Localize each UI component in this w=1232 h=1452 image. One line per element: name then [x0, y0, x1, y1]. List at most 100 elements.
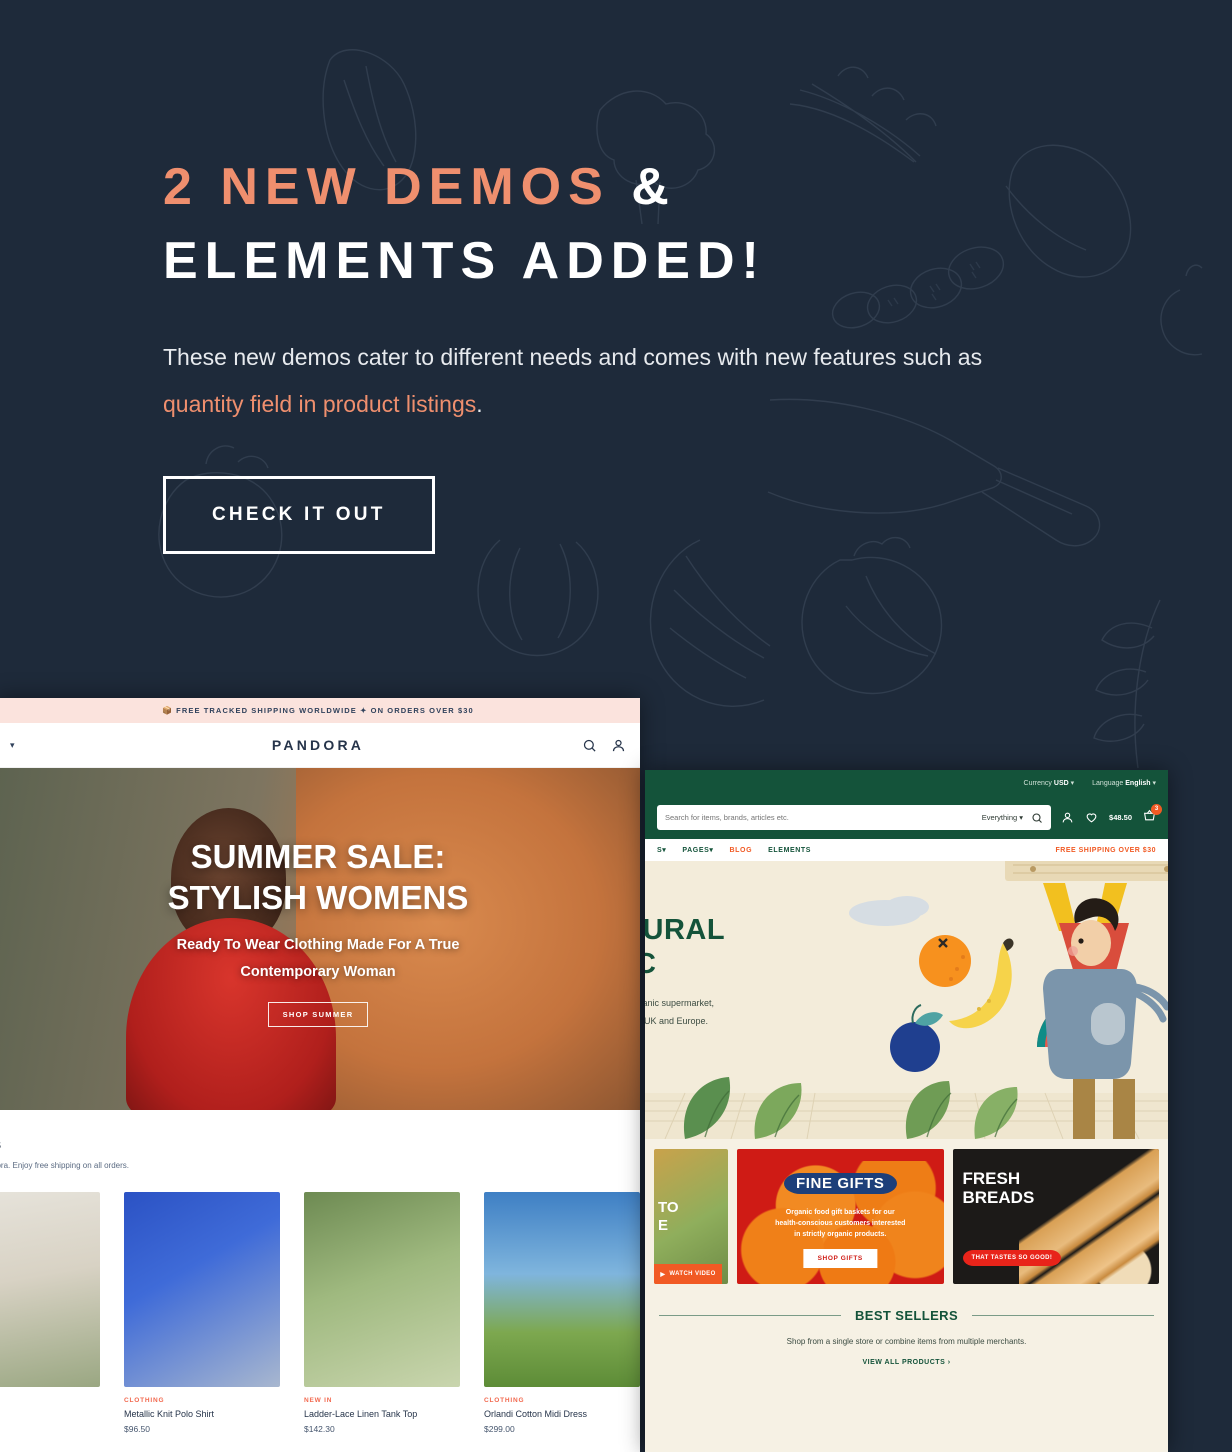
view-all-products-label: VIEW ALL PRODUCTS: [862, 1359, 946, 1366]
chevron-down-icon: ▾: [1152, 780, 1156, 787]
organic-best-sellers-section: BEST SELLERS Shop from a single store or…: [645, 1284, 1168, 1369]
promo-card-fine-gifts[interactable]: FINE GIFTS Organic food gift baskets for…: [737, 1149, 944, 1284]
nav-item-pages[interactable]: PAGES▾: [682, 846, 713, 854]
product-name[interactable]: Ladder-Lace Linen Tank Top: [304, 1409, 460, 1419]
organic-search-bar: Everything ▾ $48.50: [645, 796, 1168, 839]
cart-button[interactable]: 3: [1143, 803, 1162, 827]
pandora-hero-banner[interactable]: SUMMER SALE: STYLISH WOMENS Ready To Wea…: [0, 768, 640, 1110]
view-all-products-link[interactable]: VIEW ALL PRODUCTS ›: [862, 1359, 950, 1366]
search-input[interactable]: [665, 813, 974, 822]
watch-video-label: WATCH VIDEO: [669, 1271, 716, 1277]
currency-selector[interactable]: Currency USD ▾: [1024, 779, 1075, 787]
organic-promo-cards: TO E ▶ WATCH VIDEO FINE GIFTS Organic fo…: [645, 1139, 1168, 1284]
divider-left: [659, 1315, 841, 1316]
product-price: $142.30: [304, 1424, 335, 1434]
best-sellers-heading-row: BEST SELLERS: [645, 1308, 1168, 1323]
currency-value: USD: [1053, 780, 1069, 787]
promo-heading-accent: 2 NEW DEMOS: [163, 158, 610, 216]
package-icon: 📦: [162, 706, 173, 715]
search-scope-dropdown[interactable]: Everything ▾: [982, 813, 1023, 822]
product-card[interactable]: NEW IN Ladder-Lace Linen Tank Top $142.3…: [304, 1192, 460, 1434]
divider-right: [972, 1315, 1155, 1316]
chevron-down-icon: ▾: [1019, 813, 1024, 822]
promo-bread-title: FRESH BREADS: [963, 1169, 1035, 1207]
chevron-down-icon: ▾: [1070, 780, 1075, 787]
promo-heading-rest: &: [609, 158, 676, 216]
nav-item-elements[interactable]: ELEMENTS: [768, 847, 811, 854]
pandora-header: ▾ PANDORA: [0, 723, 640, 768]
account-icon[interactable]: [1061, 811, 1074, 824]
pandora-section-title: Sellers: [0, 1136, 640, 1153]
watch-video-button[interactable]: ▶ WATCH VIDEO: [654, 1264, 722, 1284]
chevron-down-icon: ▾: [709, 847, 714, 854]
promo-bread-title-line-2: BREADS: [962, 1188, 1035, 1207]
promo-gifts-title-text: FINE GIFTS: [784, 1173, 897, 1194]
language-label: Language: [1092, 780, 1124, 787]
promo-card-video[interactable]: TO E ▶ WATCH VIDEO: [654, 1149, 728, 1284]
cart-item-count-badge: 3: [1151, 803, 1162, 815]
pandora-announcement-text: FREE TRACKED SHIPPING WORLDWIDE ✦ ON ORD…: [176, 706, 474, 715]
promo-heading-line-2: ELEMENTS ADDED!: [163, 232, 766, 290]
best-sellers-subtitle: Shop from a single store or combine item…: [786, 1337, 1027, 1346]
product-image[interactable]: [0, 1192, 100, 1387]
product-category: CLOTHING: [124, 1397, 165, 1404]
pandora-logo[interactable]: PANDORA: [0, 737, 640, 753]
organic-hero-banner[interactable]: ATURAL NIC rtified organic supermarket, …: [645, 861, 1168, 1139]
promo-gifts-desc-line-2: health-conscious customers interested: [775, 1220, 906, 1227]
organic-store-screenshot[interactable]: Currency USD ▾ Language English ▾ Everyt…: [645, 770, 1168, 1452]
language-selector[interactable]: Language English ▾: [1092, 779, 1156, 787]
promo-copy-block: 2 NEW DEMOS & ELEMENTS ADDED! These new …: [163, 150, 1123, 554]
organic-hero-copy: ATURAL NIC rtified organic supermarket, …: [645, 913, 725, 1029]
pandora-hero-copy: SUMMER SALE: STYLISH WOMENS Ready To Wea…: [0, 836, 640, 1027]
product-image[interactable]: [304, 1192, 460, 1387]
chevron-right-icon: ›: [947, 1359, 951, 1366]
pandora-header-icons: [582, 738, 626, 753]
organic-hero-title-line-2: NIC: [645, 948, 657, 980]
product-category: NEW IN: [304, 1397, 333, 1404]
promo-card-fresh-breads[interactable]: FRESH BREADS THAT TASTES SO GOOD!: [952, 1149, 1159, 1284]
pandora-product-grid: CLOTHING Metallic Knit Polo Shirt $96.50…: [0, 1192, 640, 1434]
promo-subtext: These new demos cater to different needs…: [163, 334, 1063, 428]
promo-video-text-line-1: TO: [658, 1199, 679, 1216]
search-icon[interactable]: [582, 738, 597, 753]
promo-subtext-part1: These new demos cater to different needs…: [163, 344, 983, 370]
heart-icon[interactable]: [1085, 811, 1098, 824]
language-value: English: [1125, 780, 1151, 787]
product-price: $96.50: [124, 1424, 150, 1434]
promo-bread-title-line-1: FRESH: [962, 1169, 1021, 1188]
pandora-hero-subtitle-line-2: Contemporary Woman: [240, 964, 396, 980]
promo-gifts-desc-line-3: in strictly organic products.: [794, 1231, 887, 1238]
cart-total: $48.50: [1109, 813, 1132, 822]
promo-video-text: TO E: [658, 1199, 679, 1235]
promo-heading-line-1: 2 NEW DEMOS &: [163, 150, 1123, 224]
product-card[interactable]: [0, 1192, 100, 1434]
pandora-announcement-bar: 📦 FREE TRACKED SHIPPING WORLDWIDE ✦ ON O…: [0, 698, 640, 723]
product-name[interactable]: Orlandi Cotton Midi Dress: [484, 1409, 640, 1419]
search-icon[interactable]: [1031, 812, 1043, 824]
best-sellers-title: BEST SELLERS: [854, 1308, 959, 1323]
shop-gifts-button[interactable]: SHOP GIFTS: [803, 1249, 877, 1268]
product-image[interactable]: [124, 1192, 280, 1387]
account-icon[interactable]: [611, 738, 626, 753]
play-icon: ▶: [660, 1271, 666, 1278]
nav-item-shop[interactable]: S▾: [657, 846, 666, 854]
shop-summer-button[interactable]: SHOP SUMMER: [267, 1002, 369, 1027]
product-name[interactable]: Metallic Knit Polo Shirt: [124, 1409, 280, 1419]
product-category: CLOTHING: [484, 1397, 525, 1404]
promo-subtext-highlight: quantity field in product listings: [163, 391, 477, 417]
pandora-store-screenshot[interactable]: 📦 FREE TRACKED SHIPPING WORLDWIDE ✦ ON O…: [0, 698, 640, 1452]
promo-gifts-description: Organic food gift baskets for our health…: [751, 1207, 930, 1240]
nav-item-blog[interactable]: BLOG: [730, 847, 753, 854]
product-card[interactable]: CLOTHING Orlandi Cotton Midi Dress $299.…: [484, 1192, 640, 1434]
product-card[interactable]: CLOTHING Metallic Knit Polo Shirt $96.50: [124, 1192, 280, 1434]
search-field-wrapper[interactable]: Everything ▾: [657, 805, 1052, 830]
promo-subtext-part2: .: [476, 391, 483, 417]
organic-utility-bar: Currency USD ▾ Language English ▾: [645, 770, 1168, 796]
promo-video-text-line-2: E: [658, 1217, 669, 1234]
search-scope-label: Everything: [981, 813, 1018, 822]
pandora-section-subtitle: llers at Pandora. Enjoy free shipping on…: [0, 1161, 129, 1170]
check-it-out-button[interactable]: CHECK IT OUT: [163, 476, 435, 554]
promo-page: 2 NEW DEMOS & ELEMENTS ADDED! These new …: [0, 0, 1232, 1452]
product-image[interactable]: [484, 1192, 640, 1387]
organic-main-nav: S▾ PAGES▾ BLOG ELEMENTS FREE SHIPPING OV…: [645, 839, 1168, 861]
